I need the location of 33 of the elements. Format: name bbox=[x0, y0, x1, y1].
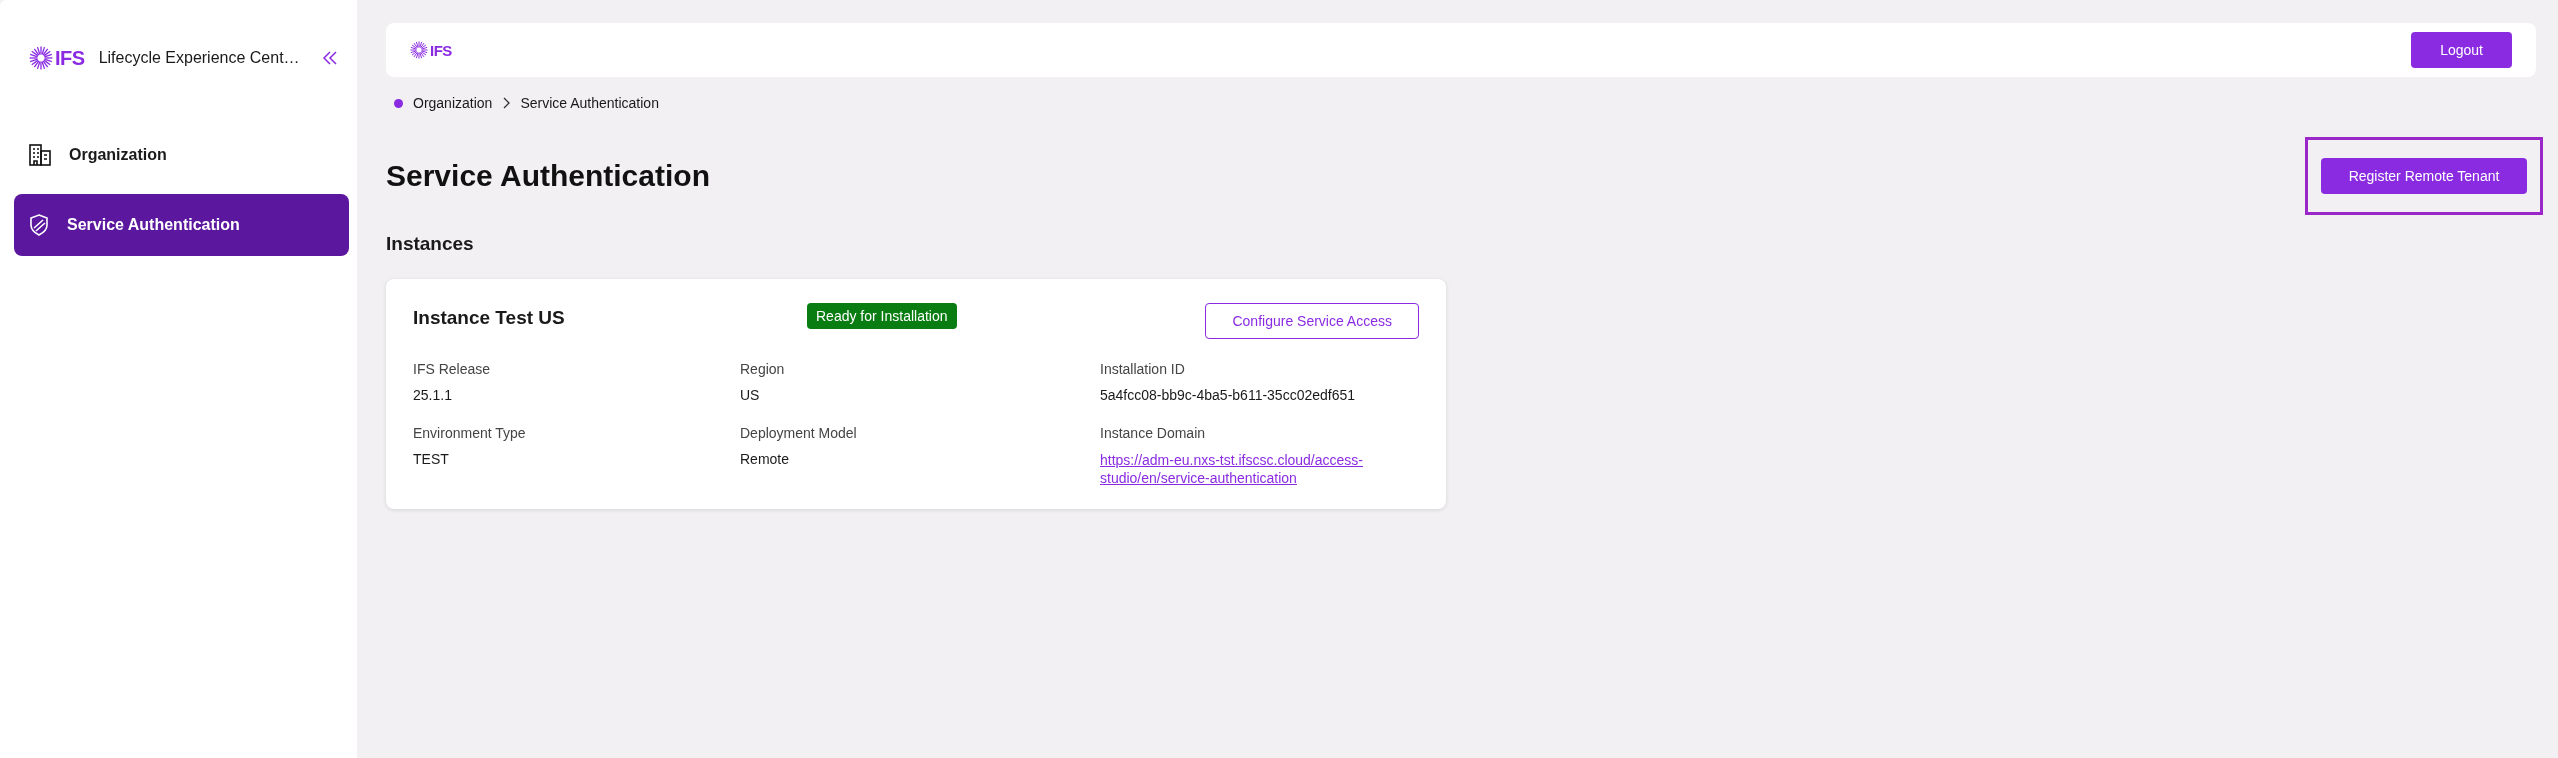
logo-text: IFS bbox=[55, 46, 85, 70]
status-badge: Ready for Installation bbox=[807, 303, 957, 329]
breadcrumb-item: Service Authentication bbox=[520, 95, 659, 111]
sidebar-item[interactable]: Service Authentication bbox=[14, 194, 349, 256]
logout-button[interactable]: Logout bbox=[2411, 32, 2512, 68]
page-title: Service Authentication bbox=[386, 159, 710, 193]
field-value: US bbox=[740, 387, 761, 403]
shield-icon bbox=[29, 214, 49, 236]
field-value: Remote bbox=[740, 451, 791, 467]
field-value: 5a4fcc08-bb9c-4ba5-b611-35cc02edf651 bbox=[1100, 387, 1357, 403]
sunburst-logo-icon bbox=[410, 41, 428, 59]
field-label: IFS Release bbox=[413, 361, 492, 377]
field-label: Region bbox=[740, 361, 786, 377]
chevron-right-icon bbox=[502, 97, 511, 109]
sidebar-item[interactable]: Organization bbox=[14, 124, 349, 186]
logo-text: IFS bbox=[430, 41, 452, 59]
field-label: Environment Type bbox=[413, 425, 527, 441]
field-label: Deployment Model bbox=[740, 425, 858, 441]
app-title: Lifecycle Experience Cent… bbox=[98, 49, 300, 67]
instance-domain-link[interactable]: https://adm-eu.nxs-tst.ifscsc.cloud/access-studio/en/service-authentication bbox=[1100, 451, 1375, 488]
field-label: Installation ID bbox=[1100, 361, 1186, 377]
field-value: 25.1.1 bbox=[413, 387, 453, 403]
section-title: Instances bbox=[386, 233, 475, 255]
configure-service-access-button[interactable]: Configure Service Access bbox=[1205, 303, 1419, 339]
field-value: TEST bbox=[413, 451, 450, 467]
sunburst-logo-icon bbox=[29, 46, 53, 70]
register-remote-tenant-button[interactable]: Register Remote Tenant bbox=[2320, 158, 2528, 194]
field-label: Instance Domain bbox=[1100, 425, 1207, 441]
breadcrumb-item[interactable]: Organization bbox=[413, 95, 493, 111]
breadcrumb-dot bbox=[394, 98, 403, 108]
instance-name: Instance Test US bbox=[413, 306, 566, 330]
building-icon bbox=[29, 144, 51, 166]
collapse-icon[interactable] bbox=[321, 50, 338, 66]
